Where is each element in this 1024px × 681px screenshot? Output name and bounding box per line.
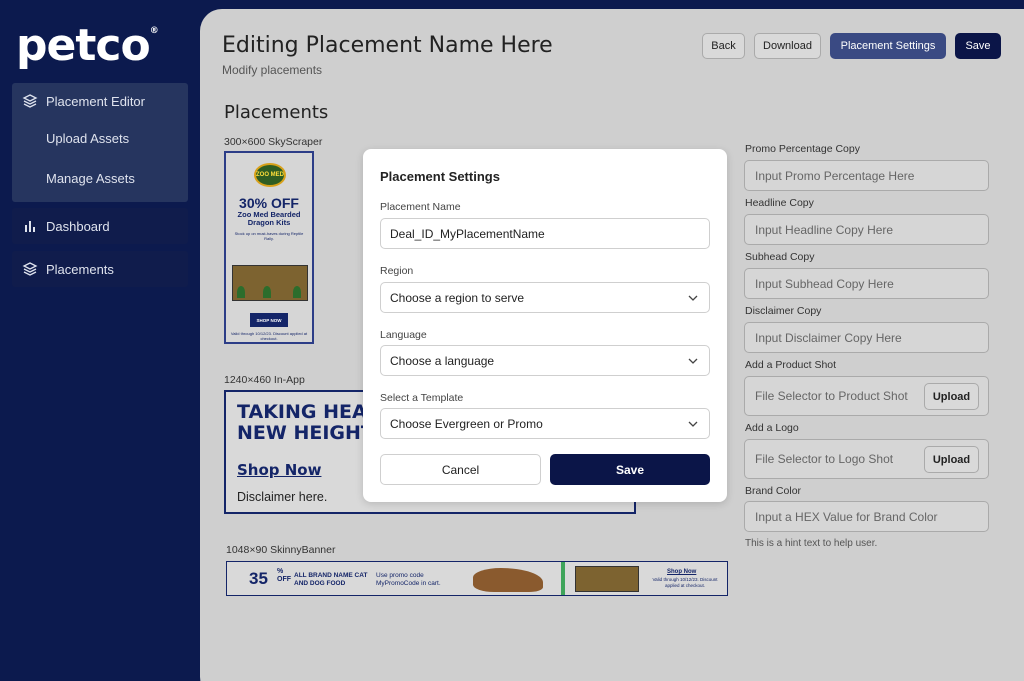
subhead-input[interactable]: Input Subhead Copy Here (744, 268, 989, 299)
brand-color-input[interactable]: Input a HEX Value for Brand Color (744, 501, 989, 532)
logo-label: Add a Logo (745, 422, 799, 434)
sidebar-item-placements[interactable]: Placements (12, 251, 188, 287)
modal-cancel-button[interactable]: Cancel (380, 454, 541, 485)
skinny-label: 1048×90 SkinnyBanner (226, 544, 336, 556)
upload-logo-button[interactable]: Upload (924, 446, 979, 473)
promo-percentage-input[interactable]: Input Promo Percentage Here (744, 160, 989, 191)
region-select[interactable]: Choose a region to serve (380, 282, 710, 313)
skyscraper-label: 300×600 SkyScraper (224, 136, 323, 148)
brand-color-label: Brand Color (745, 485, 802, 497)
terrarium-image (575, 566, 639, 592)
sidebar-item-manage-assets[interactable]: Manage Assets (12, 160, 188, 196)
section-title: Placements (224, 102, 329, 123)
skinny-percent: 35 (249, 569, 268, 588)
disclaimer-label: Disclaimer Copy (745, 305, 822, 317)
skinny-shop-now: Shop Now (667, 569, 697, 575)
offer-text: 30% OFF (239, 195, 299, 211)
product-shot-placeholder: File Selector to Product Shot (755, 389, 908, 403)
layers-icon (21, 260, 39, 278)
placement-settings-modal: Placement Settings Placement Name Deal_I… (363, 149, 727, 502)
sidebar-item-upload-assets[interactable]: Upload Assets (12, 120, 188, 156)
chevron-down-icon (688, 358, 698, 364)
modal-save-button[interactable]: Save (550, 454, 710, 485)
bar-chart-icon (21, 217, 39, 235)
description-text: Stock up on must-haves during Reptile Ra… (234, 231, 304, 241)
skinny-percent-off: % OFF (277, 568, 291, 583)
save-button[interactable]: Save (955, 33, 1001, 59)
placement-name-label: Placement Name (380, 201, 461, 213)
sidebar-item-placement-editor[interactable]: Placement Editor (12, 83, 188, 119)
zoo-med-logo: ZOO MED (254, 163, 286, 187)
shop-now-button: SHOP NOW (250, 313, 288, 327)
brand-color-hint: This is a hint text to help user. (745, 538, 878, 549)
download-button[interactable]: Download (754, 33, 821, 59)
sidebar-group-placement-editor: Placement Editor Upload Assets Manage As… (12, 83, 188, 202)
page-title: Editing Placement Name Here (222, 33, 553, 58)
logo-placeholder: File Selector to Logo Shot (755, 452, 894, 466)
sidebar-item-dashboard[interactable]: Dashboard (12, 208, 188, 244)
layers-icon (21, 92, 39, 110)
back-button[interactable]: Back (702, 33, 745, 59)
headline-label: Headline Copy (745, 197, 814, 209)
skyscraper-preview[interactable]: ZOO MED 30% OFF Zoo Med Bearded Dragon K… (224, 151, 314, 344)
trademark-mark: ® (149, 26, 159, 36)
chevron-down-icon (688, 295, 698, 301)
modal-title: Placement Settings (380, 169, 500, 184)
template-select[interactable]: Choose Evergreen or Promo (380, 408, 710, 439)
chevron-down-icon (688, 421, 698, 427)
sidebar-item-label: Placements (46, 261, 114, 277)
sidebar-item-label: Dashboard (46, 218, 110, 234)
product-shot-file-field[interactable]: File Selector to Product Shot Upload (744, 376, 989, 416)
placement-settings-button[interactable]: Placement Settings (830, 33, 946, 59)
green-stripe (561, 562, 565, 595)
inapp-label: 1240×460 In-App (224, 374, 305, 386)
template-value: Choose Evergreen or Promo (390, 416, 543, 431)
language-value: Choose a language (390, 353, 495, 368)
language-label: Language (380, 329, 427, 341)
page-subtitle: Modify placements (222, 63, 323, 77)
placement-name-input[interactable]: Deal_ID_MyPlacementName (380, 218, 710, 249)
inapp-headline: TAKING HEA NEW HEIGHT (237, 401, 374, 444)
region-label: Region (380, 265, 414, 277)
sidebar-item-label: Upload Assets (46, 130, 130, 146)
skinny-banner-preview[interactable]: 35 % OFF ALL BRAND NAME CAT AND DOG FOOD … (226, 561, 728, 596)
product-shot-label: Add a Product Shot (745, 359, 837, 371)
logo-file-field[interactable]: File Selector to Logo Shot Upload (744, 439, 989, 479)
template-label: Select a Template (380, 392, 464, 404)
headline-input[interactable]: Input Headline Copy Here (744, 214, 989, 245)
skinny-promo-text: Use promo code MyPromoCode in cart. (376, 572, 441, 587)
inapp-disclaimer: Disclaimer here. (237, 490, 328, 504)
region-value: Choose a region to serve (390, 290, 525, 305)
product-text: Zoo Med Bearded Dragon Kits (237, 210, 301, 227)
skinny-brand-text: ALL BRAND NAME CAT AND DOG FOOD (294, 572, 368, 587)
terrarium-image (232, 265, 308, 301)
sidebar-item-label: Manage Assets (46, 170, 135, 186)
upload-product-shot-button[interactable]: Upload (924, 383, 979, 410)
bearded-dragon-image (473, 568, 543, 592)
skinny-valid-text: Valid through 10/12/23. Discount applied… (652, 577, 718, 588)
disclaimer-input[interactable]: Input Disclaimer Copy Here (744, 322, 989, 353)
sidebar-item-label: Placement Editor (46, 93, 145, 109)
subhead-label: Subhead Copy (745, 251, 815, 263)
promo-percentage-label: Promo Percentage Copy (745, 143, 860, 155)
fine-print: Valid through 10/12/23. Discount applied… (230, 331, 308, 341)
language-select[interactable]: Choose a language (380, 345, 710, 376)
petco-logo[interactable]: petco® (16, 20, 159, 71)
inapp-shop-now: Shop Now (237, 461, 322, 479)
